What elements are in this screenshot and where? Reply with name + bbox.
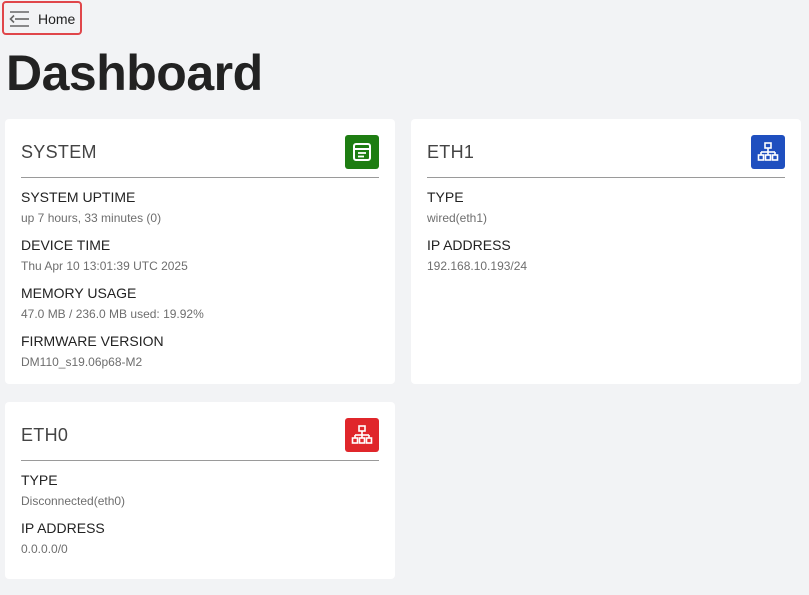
panel-icon: [353, 143, 371, 161]
eth1-card-header: ETH1: [427, 135, 785, 178]
page-title: Dashboard: [6, 45, 263, 101]
system-fields: SYSTEM UPTIME up 7 hours, 33 minutes (0)…: [21, 187, 379, 379]
device-time-field: DEVICE TIME Thu Apr 10 13:01:39 UTC 2025: [21, 235, 379, 283]
field-value: 0.0.0.0/0: [21, 542, 68, 556]
eth0-type-field: TYPE Disconnected(eth0): [21, 470, 379, 518]
field-label: TYPE: [427, 189, 464, 205]
system-card: SYSTEM SYSTEM UPTIME up 7 hours, 33 minu…: [5, 119, 395, 384]
home-label: Home: [38, 11, 76, 27]
firmware-version-field: FIRMWARE VERSION DM110_s19.06p68-M2: [21, 331, 379, 379]
eth1-type-field: TYPE wired(eth1): [427, 187, 785, 235]
eth0-fields: TYPE Disconnected(eth0) IP ADDRESS 0.0.0…: [21, 470, 379, 566]
field-label: FIRMWARE VERSION: [21, 333, 164, 349]
network-icon: [757, 142, 779, 161]
field-value: up 7 hours, 33 minutes (0): [21, 211, 162, 225]
system-uptime-field: SYSTEM UPTIME up 7 hours, 33 minutes (0): [21, 187, 379, 235]
field-value: Disconnected(eth0): [21, 494, 126, 508]
field-value: DM110_s19.06p68-M2: [21, 355, 143, 369]
eth1-badge[interactable]: [751, 135, 785, 169]
eth0-card-header: ETH0: [21, 418, 379, 461]
field-label: DEVICE TIME: [21, 237, 111, 253]
field-label: MEMORY USAGE: [21, 285, 137, 301]
eth0-ip-field: IP ADDRESS 0.0.0.0/0: [21, 518, 379, 566]
field-value: 47.0 MB / 236.0 MB used: 19.92%: [21, 307, 204, 321]
network-icon: [351, 425, 373, 444]
eth0-card: ETH0 TYPE Disconnected(eth0) IP ADDRESS …: [5, 402, 395, 579]
eth0-badge[interactable]: [345, 418, 379, 452]
field-value: Thu Apr 10 13:01:39 UTC 2025: [21, 259, 188, 273]
eth1-card: ETH1 TYPE wired(eth1) IP ADDRESS 192.168…: [411, 119, 801, 384]
eth1-fields: TYPE wired(eth1) IP ADDRESS 192.168.10.1…: [427, 187, 785, 283]
menu-back-icon: [9, 11, 29, 27]
eth1-card-title: ETH1: [427, 142, 475, 162]
field-value: wired(eth1): [427, 211, 488, 225]
eth1-ip-field: IP ADDRESS 192.168.10.193/24: [427, 235, 785, 283]
system-badge[interactable]: [345, 135, 379, 169]
home-menu-button[interactable]: Home: [2, 1, 82, 35]
field-label: IP ADDRESS: [427, 237, 511, 253]
field-label: TYPE: [21, 472, 58, 488]
field-label: SYSTEM UPTIME: [21, 189, 136, 205]
field-value: 192.168.10.193/24: [427, 259, 528, 273]
eth0-card-title: ETH0: [21, 425, 69, 445]
system-card-title: SYSTEM: [21, 142, 97, 162]
memory-usage-field: MEMORY USAGE 47.0 MB / 236.0 MB used: 19…: [21, 283, 379, 331]
field-label: IP ADDRESS: [21, 520, 105, 536]
system-card-header: SYSTEM: [21, 135, 379, 178]
